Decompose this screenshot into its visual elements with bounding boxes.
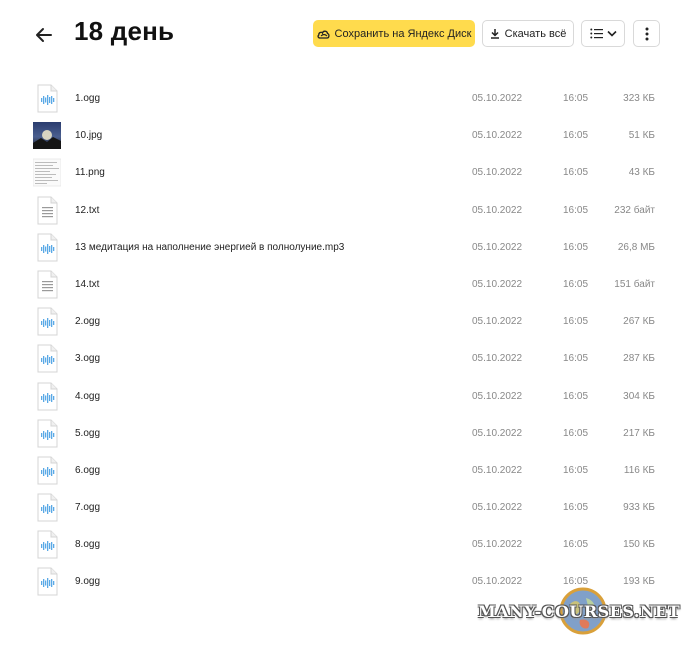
file-row[interactable]: 3.ogg 05.10.2022 16:05 287 КБ (0, 340, 700, 377)
file-name: 9.ogg (75, 576, 101, 588)
file-date: 05.10.2022 (472, 353, 523, 365)
document-thumbnail (33, 158, 61, 187)
file-size: 287 КБ (623, 353, 655, 365)
file-size: 150 КБ (623, 539, 655, 551)
audio-file-icon (37, 493, 58, 522)
header: 18 день Сохранить на Яндекс Диск Скачать… (0, 0, 700, 68)
file-row[interactable]: 4.ogg 05.10.2022 16:05 304 КБ (0, 378, 700, 415)
file-row[interactable]: 10.jpg 05.10.2022 16:05 51 КБ (0, 117, 700, 154)
file-name: 10.jpg (75, 130, 103, 142)
file-time: 16:05 (563, 241, 589, 253)
audio-file-icon (37, 382, 58, 410)
audio-file-icon (37, 530, 58, 559)
file-row[interactable]: 5.ogg 05.10.2022 16:05 217 КБ (0, 415, 700, 452)
file-time: 16:05 (563, 93, 589, 104)
watermark: MANY-COURSES.NET (478, 587, 693, 635)
file-size: 232 байт (614, 204, 655, 216)
file-date: 05.10.2022 (472, 390, 523, 402)
file-date: 05.10.2022 (472, 316, 523, 328)
file-date: 05.10.2022 (472, 241, 523, 253)
file-list: 1.ogg 05.10.2022 16:05 323 КБ 10.jpg 05.10.20… (0, 80, 700, 601)
save-button-label: Сохранить на Яндекс Диск (334, 27, 472, 40)
file-name: 11.png (75, 167, 105, 179)
file-date: 05.10.2022 (472, 204, 523, 216)
file-date: 05.10.2022 (472, 130, 523, 142)
file-name: 3.ogg (75, 353, 101, 365)
file-size: 43 КБ (628, 167, 655, 179)
view-mode-button[interactable] (581, 20, 625, 47)
file-size: 933 КБ (623, 502, 655, 514)
file-date: 05.10.2022 (472, 502, 523, 514)
download-button-label: Скачать всё (504, 27, 567, 40)
file-row[interactable]: 13 медитация на наполнение энергией в по… (0, 229, 700, 266)
file-size: 26,8 МБ (617, 241, 655, 253)
file-row[interactable]: 14.txt 05.10.2022 16:05 151 байт (0, 266, 700, 303)
more-vertical-icon (645, 27, 648, 40)
file-size: 51 КБ (628, 130, 655, 142)
file-time: 16:05 (563, 464, 589, 476)
cloud-icon (316, 30, 330, 39)
file-row[interactable]: 11.png 05.10.2022 16:05 43 КБ (0, 154, 700, 191)
file-time: 16:05 (563, 427, 589, 439)
file-size: 193 КБ (623, 576, 655, 588)
audio-file-icon (37, 233, 58, 262)
file-name: 6.ogg (75, 464, 101, 476)
image-thumbnail (33, 122, 61, 150)
file-size: 116 КБ (623, 464, 655, 476)
save-to-disk-button[interactable]: Сохранить на Яндекс Диск (313, 20, 475, 47)
file-time: 16:05 (563, 167, 589, 179)
file-name: 4.ogg (75, 390, 101, 402)
file-name: 5.ogg (75, 427, 101, 439)
file-size: 151 байт (614, 278, 655, 290)
page-title: 18 день (74, 16, 175, 46)
file-name: 12.txt (75, 204, 100, 216)
audio-file-icon (37, 84, 58, 113)
arrow-left-icon[interactable] (33, 24, 55, 46)
download-all-button[interactable]: Скачать всё (482, 20, 574, 47)
file-size: 267 КБ (623, 316, 655, 328)
file-row[interactable]: 8.ogg 05.10.2022 16:05 150 КБ (0, 526, 700, 563)
file-date: 05.10.2022 (472, 464, 523, 476)
file-size: 323 КБ (623, 93, 655, 104)
file-time: 16:05 (563, 204, 589, 216)
list-view-icon (589, 28, 603, 39)
file-row[interactable]: 6.ogg 05.10.2022 16:05 116 КБ (0, 452, 700, 489)
file-time: 16:05 (563, 278, 589, 290)
file-time: 16:05 (563, 130, 589, 142)
file-date: 05.10.2022 (472, 93, 523, 104)
file-date: 05.10.2022 (472, 427, 523, 439)
audio-file-icon (37, 307, 58, 336)
more-button[interactable] (633, 20, 660, 47)
text-file-icon (37, 270, 58, 299)
audio-file-icon (37, 344, 58, 373)
watermark-text: MANY-COURSES.NET (478, 602, 681, 621)
file-row[interactable]: 12.txt 05.10.2022 16:05 232 байт (0, 192, 700, 229)
file-name: 7.ogg (75, 502, 101, 514)
file-time: 16:05 (563, 353, 589, 365)
file-date: 05.10.2022 (472, 278, 523, 290)
audio-file-icon (37, 419, 58, 448)
file-time: 16:05 (563, 390, 589, 402)
file-date: 05.10.2022 (472, 576, 523, 588)
file-row[interactable]: 2.ogg 05.10.2022 16:05 267 КБ (0, 303, 700, 340)
file-name: 13 медитация на наполнение энергией в по… (75, 241, 345, 253)
file-row[interactable]: 1.ogg 05.10.2022 16:05 323 КБ (0, 80, 700, 117)
file-size: 304 КБ (623, 390, 655, 402)
file-time: 16:05 (563, 316, 589, 328)
audio-file-icon (37, 567, 58, 596)
file-name: 1.ogg (75, 93, 101, 104)
file-size: 217 КБ (623, 427, 655, 439)
file-date: 05.10.2022 (472, 167, 523, 179)
download-icon (490, 29, 499, 39)
audio-file-icon (37, 456, 58, 485)
file-name: 2.ogg (75, 316, 101, 328)
text-file-icon (37, 196, 58, 225)
file-time: 16:05 (563, 502, 589, 514)
file-time: 16:05 (563, 539, 589, 551)
chevron-down-icon (606, 30, 617, 37)
file-name: 14.txt (75, 278, 100, 290)
file-date: 05.10.2022 (472, 539, 523, 551)
file-name: 8.ogg (75, 539, 101, 551)
file-row[interactable]: 7.ogg 05.10.2022 16:05 933 КБ (0, 489, 700, 526)
